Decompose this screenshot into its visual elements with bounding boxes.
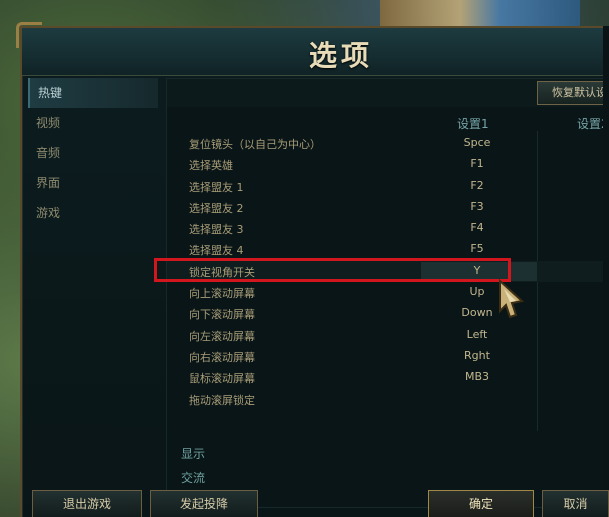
keybind-slot2[interactable] (537, 176, 609, 197)
keybind-slot1[interactable]: F1 (437, 157, 517, 170)
keybind-slot2[interactable] (537, 282, 609, 303)
keybind-label: 鼠标滚动屏幕 (189, 372, 255, 386)
keybind-slot2[interactable] (537, 133, 609, 154)
keybind-slot1[interactable]: F5 (437, 242, 517, 255)
keybind-label: 复位镜头（以自己为中心） (189, 138, 321, 151)
keybind-slot1[interactable]: Spce (437, 136, 517, 149)
keybind-slot1[interactable]: F4 (437, 221, 517, 234)
keybind-slot2[interactable] (537, 389, 609, 410)
keybind-slot2[interactable] (537, 325, 609, 346)
keybind-slot1[interactable]: F2 (437, 179, 517, 192)
keybind-label: 选择盟友 2 (189, 201, 244, 215)
confirm-button[interactable]: 确定 (428, 490, 534, 517)
keybind-row: 鼠标滚动屏幕 MB3 (167, 367, 609, 388)
sidebar-item-label: 音频 (36, 146, 61, 160)
sidebar-item-label: 热键 (38, 86, 63, 100)
dialog-right-edge (603, 26, 609, 517)
section-communication[interactable]: 交流 (181, 469, 205, 486)
keybind-row: 选择英雄 F1 (167, 154, 609, 175)
cancel-button[interactable]: 取消 (542, 490, 609, 517)
keybind-row: 向上滚动屏幕 Up (167, 282, 609, 303)
sidebar-item-audio[interactable]: 音频 (28, 138, 158, 168)
keybind-label: 选择盟友 4 (189, 244, 244, 258)
keybind-row: 拖动滚屏锁定 (167, 389, 609, 410)
sidebar: 热键 视频 音频 界面 游戏 (28, 78, 158, 228)
sidebar-item-hotkeys[interactable]: 热键 (28, 78, 158, 108)
surrender-button[interactable]: 发起投降 (150, 490, 258, 517)
keybind-slot2[interactable] (537, 346, 609, 367)
title-bar: 选项 (22, 28, 609, 76)
keybind-label: 选择盟友 1 (189, 180, 244, 194)
sidebar-item-label: 游戏 (36, 206, 61, 220)
keybind-row: 选择盟友 2 F3 (167, 197, 609, 218)
keybind-slot1[interactable]: Rght (437, 349, 517, 362)
keybind-slot1[interactable]: MB3 (437, 370, 517, 383)
column-header-slot1: 设置1 (457, 117, 489, 131)
keybind-row: 向左滚动屏幕 Left (167, 325, 609, 346)
keybind-slot2[interactable] (537, 218, 609, 239)
keybind-row: 向右滚动屏幕 Rght (167, 346, 609, 367)
exit-game-button[interactable]: 退出游戏 (32, 490, 142, 517)
sidebar-item-label: 界面 (36, 176, 61, 190)
hotkeys-panel: 恢复默认设 设置1 设置2 复位镜头（以自己为中心） Spce 选择英雄 F1 … (166, 78, 609, 508)
keybind-slot1[interactable]: F3 (437, 200, 517, 213)
keybind-label: 向右滚动屏幕 (189, 350, 255, 364)
keybind-slot1[interactable]: Left (437, 328, 517, 341)
sidebar-item-game[interactable]: 游戏 (28, 198, 158, 228)
keybind-slot2[interactable] (537, 367, 609, 388)
restore-defaults-button[interactable]: 恢复默认设 (537, 81, 609, 105)
sidebar-item-interface[interactable]: 界面 (28, 168, 158, 198)
keybind-label: 向左滚动屏幕 (189, 329, 255, 343)
keybind-row: 选择盟友 3 F4 (167, 218, 609, 239)
sidebar-item-video[interactable]: 视频 (28, 108, 158, 138)
cursor-icon (499, 279, 525, 319)
keybind-slot2[interactable] (537, 303, 609, 324)
dialog-title: 选项 (308, 39, 373, 72)
keybind-label: 向上滚动屏幕 (189, 287, 255, 301)
keybind-row: 选择盟友 1 F2 (167, 176, 609, 197)
keybind-label: 向下滚动屏幕 (189, 308, 255, 322)
keybind-slot2[interactable] (537, 239, 609, 260)
keybind-label: 拖动滚屏锁定 (189, 393, 255, 407)
keybind-label: 选择英雄 (189, 159, 233, 173)
sidebar-item-label: 视频 (36, 116, 61, 130)
keybind-slot2[interactable] (537, 154, 609, 175)
keybind-row: 向下滚动屏幕 Down (167, 303, 609, 324)
keybind-slot2[interactable] (537, 197, 609, 218)
keybind-slot2[interactable] (537, 261, 609, 282)
section-display[interactable]: 显示 (181, 445, 205, 462)
keybind-row: 复位镜头（以自己为中心） Spce (167, 133, 609, 154)
annotation-highlight-box (154, 258, 511, 282)
keybind-label: 选择盟友 3 (189, 223, 244, 237)
